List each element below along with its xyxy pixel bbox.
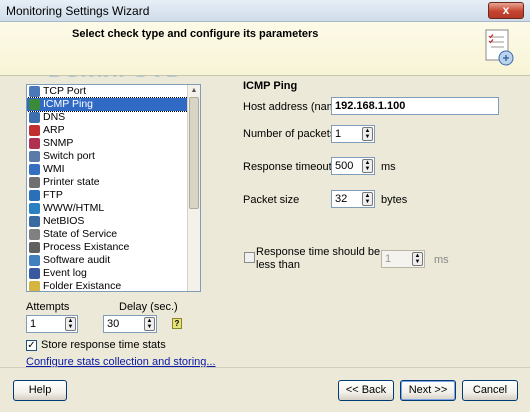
back-button[interactable]: << Back (338, 380, 394, 401)
section-title: ICMP Ping (243, 80, 298, 92)
packets-label: Number of packets (243, 128, 336, 140)
scroll-thumb[interactable] (189, 97, 199, 209)
response-limit-value: 1 (385, 253, 392, 265)
snmp-icon (29, 138, 40, 149)
check-type-label: Switch port (43, 150, 95, 162)
help-button[interactable]: Help (13, 380, 67, 401)
list-scrollbar[interactable]: ▲ (187, 85, 200, 291)
checklist-document-icon (485, 29, 514, 66)
check-type-label: State of Service (43, 228, 118, 240)
check-type-item[interactable]: Software audit (27, 254, 200, 267)
cancel-button[interactable]: Cancel (462, 380, 518, 401)
check-type-label: Event log (43, 267, 87, 279)
response-limit-label-line1: Response time should be (256, 246, 381, 258)
host-address-input[interactable]: 192.168.1.100 (331, 97, 499, 115)
check-type-label: WWW/HTML (43, 202, 105, 214)
packets-value: 1 (335, 128, 342, 140)
check-type-item[interactable]: State of Service (27, 228, 200, 241)
next-button[interactable]: Next >> (400, 380, 456, 401)
window-title: Monitoring Settings Wizard (6, 4, 150, 18)
wizard-header: Select check type and configure its para… (0, 22, 530, 76)
network-port-icon (29, 86, 40, 97)
packet-size-unit: bytes (381, 194, 408, 206)
check-type-item[interactable]: WWW/HTML (27, 202, 200, 215)
response-limit-stepper[interactable]: 1 ▲ ▼ (381, 250, 425, 268)
check-type-item[interactable]: DNS (27, 111, 200, 124)
check-type-label: DNS (43, 111, 66, 123)
check-type-label: WMI (43, 163, 65, 175)
timeout-spin-buttons[interactable]: ▲ ▼ (362, 159, 373, 173)
check-type-label: Process Existance (43, 241, 130, 253)
folder-icon (29, 281, 40, 291)
delay-spin-buttons[interactable]: ▲ ▼ (144, 317, 155, 331)
header-instruction: Select check type and configure its para… (72, 28, 319, 40)
check-type-item[interactable]: ARP (27, 124, 200, 137)
wmi-icon (29, 164, 40, 175)
response-limit-unit: ms (434, 254, 449, 266)
title-bar: Monitoring Settings Wizard x (0, 0, 530, 22)
scroll-up-arrow-icon[interactable]: ▲ (188, 85, 200, 96)
response-limit-spin-buttons[interactable]: ▲ ▼ (412, 252, 423, 266)
event-log-icon (29, 268, 40, 279)
check-type-label: Printer state (43, 176, 100, 188)
check-type-item[interactable]: Printer state (27, 176, 200, 189)
ftp-icon (29, 190, 40, 201)
check-type-item[interactable]: Event log (27, 267, 200, 280)
timeout-value: 500 (335, 160, 354, 172)
check-type-item[interactable]: Process Existance (27, 241, 200, 254)
timeout-label: Response timeout (243, 161, 332, 173)
check-type-item[interactable]: FTP (27, 189, 200, 202)
check-type-item[interactable]: Switch port (27, 150, 200, 163)
process-icon (29, 242, 40, 253)
check-type-item[interactable]: ICMP Ping (27, 97, 200, 112)
packet-size-stepper[interactable]: 32 ▲ ▼ (331, 190, 375, 208)
response-limit-label-line2: less than (256, 259, 301, 271)
packet-size-label: Packet size (243, 194, 300, 206)
store-stats-checkbox[interactable]: ✓ (26, 340, 37, 351)
main-panel: TCP Port ICMP Ping DNS ARP SNMP Switch port WM… (0, 77, 530, 368)
packet-size-spin-buttons[interactable]: ▲ ▼ (362, 192, 373, 206)
software-icon (29, 255, 40, 266)
attempts-spin-buttons[interactable]: ▲ ▼ (65, 317, 76, 331)
timeout-unit: ms (381, 161, 396, 173)
check-type-item[interactable]: TCP Port (27, 85, 200, 98)
check-type-item[interactable]: Folder Existance (27, 280, 200, 292)
netbios-icon (29, 216, 40, 227)
delay-label: Delay (sec.) (119, 301, 178, 313)
check-type-label: Software audit (43, 254, 111, 266)
check-type-label: FTP (43, 189, 63, 201)
check-type-label: NetBIOS (43, 215, 85, 227)
arp-icon (29, 125, 40, 136)
check-type-item[interactable]: NetBIOS (27, 215, 200, 228)
service-icon (29, 229, 40, 240)
attempts-label: Attempts (26, 301, 70, 313)
check-type-list[interactable]: TCP Port ICMP Ping DNS ARP SNMP Switch port WM… (26, 84, 201, 292)
check-type-item[interactable]: WMI (27, 163, 200, 176)
timeout-stepper[interactable]: 500 ▲ ▼ (331, 157, 375, 175)
switch-icon (29, 151, 40, 162)
check-type-label: ARP (43, 124, 65, 136)
globe-icon (29, 203, 40, 214)
attempts-stepper[interactable]: 1 ▲ ▼ (26, 315, 78, 333)
ping-icon (29, 99, 40, 110)
check-type-label: SNMP (43, 137, 74, 149)
packet-size-value: 32 (335, 193, 348, 205)
check-type-label: TCP Port (43, 85, 86, 97)
packets-spin-buttons[interactable]: ▲ ▼ (362, 127, 373, 141)
store-stats-label: Store response time stats (41, 339, 166, 351)
check-type-label: Folder Existance (43, 280, 122, 292)
close-button[interactable]: x (488, 2, 524, 19)
attempts-value: 1 (30, 318, 37, 330)
delay-stepper[interactable]: 30 ▲ ▼ (103, 315, 157, 333)
delay-help-icon[interactable]: ? (172, 318, 182, 329)
footer-bar: Help << Back Next >> Cancel (0, 367, 530, 412)
delay-value: 30 (107, 318, 120, 330)
packets-stepper[interactable]: 1 ▲ ▼ (331, 125, 375, 143)
dns-icon (29, 112, 40, 123)
check-type-item[interactable]: SNMP (27, 137, 200, 150)
check-type-label: ICMP Ping (43, 98, 93, 110)
printer-icon (29, 177, 40, 188)
response-limit-checkbox[interactable] (244, 252, 255, 263)
